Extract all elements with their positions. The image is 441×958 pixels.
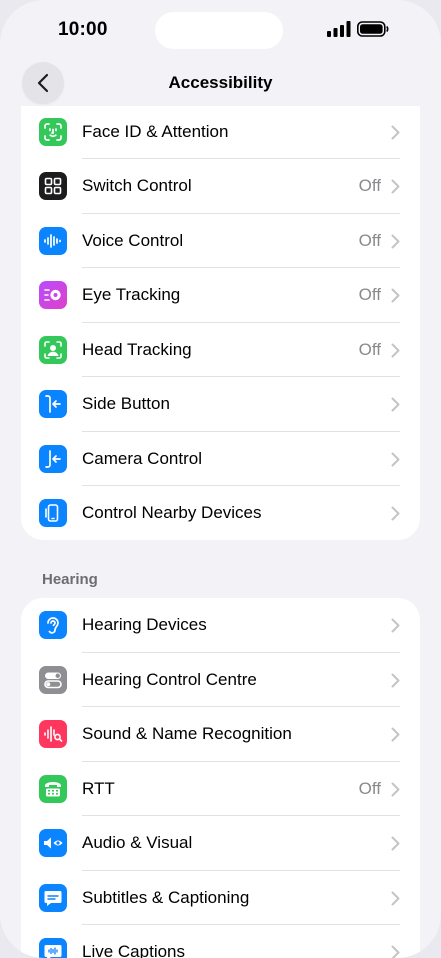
row-label: Subtitles & Captioning bbox=[82, 887, 250, 907]
row-label: Camera Control bbox=[82, 448, 202, 468]
live-captions-icon bbox=[39, 938, 67, 958]
row-label: Voice Control bbox=[82, 230, 184, 250]
row-value: Off bbox=[358, 778, 381, 798]
row-label: Side Button bbox=[82, 394, 170, 413]
row-control-nearby-devices[interactable]: Control Nearby Devices bbox=[21, 486, 420, 540]
chevron-right-icon bbox=[391, 234, 400, 248]
row-label: Head Tracking bbox=[82, 339, 192, 359]
row-audio-visual[interactable]: Audio & Visual bbox=[21, 816, 420, 871]
voice-control-icon bbox=[39, 226, 67, 255]
chevron-right-icon bbox=[391, 125, 400, 139]
chevron-right-icon bbox=[391, 288, 400, 303]
toggles-icon bbox=[39, 665, 67, 694]
dynamic-island bbox=[155, 12, 283, 49]
battery-icon bbox=[357, 21, 389, 37]
chevron-right-icon bbox=[391, 836, 400, 851]
row-face-id-attention[interactable]: Face ID & Attention bbox=[21, 105, 420, 159]
chevron-right-icon bbox=[391, 397, 400, 412]
row-switch-control[interactable]: Switch Control Off bbox=[21, 159, 420, 214]
row-label: Sound & Name Recognition bbox=[82, 724, 292, 743]
phone-screen: 10:00 Accessibility Face ID & Attention … bbox=[0, 0, 441, 958]
row-label: Live Captions bbox=[82, 942, 186, 958]
motor-settings-group: Face ID & Attention Switch Control Off V… bbox=[21, 86, 420, 540]
row-value: Off bbox=[358, 230, 381, 250]
row-voice-control[interactable]: Voice Control Off bbox=[21, 214, 420, 268]
chevron-right-icon bbox=[391, 452, 400, 466]
row-sound-name-recognition[interactable]: Sound & Name Recognition bbox=[21, 707, 420, 762]
hearing-settings-group: Hearing Devices Hearing Control Centre S… bbox=[21, 598, 420, 958]
row-camera-control[interactable]: Camera Control bbox=[21, 432, 420, 486]
camera-control-icon bbox=[39, 444, 67, 473]
chevron-right-icon bbox=[391, 179, 400, 194]
chevron-right-icon bbox=[391, 782, 400, 796]
audio-visual-icon bbox=[39, 829, 67, 857]
chevron-right-icon bbox=[391, 727, 400, 742]
side-button-icon bbox=[39, 390, 67, 418]
row-label: Eye Tracking bbox=[82, 285, 181, 304]
row-value: Off bbox=[358, 285, 381, 304]
row-rtt[interactable]: RTT Off bbox=[21, 762, 420, 816]
cellular-signal-icon bbox=[327, 21, 351, 37]
row-label: Hearing Control Centre bbox=[82, 669, 257, 689]
row-label: Hearing Devices bbox=[82, 615, 207, 634]
rtt-phone-icon bbox=[39, 774, 67, 803]
face-id-icon bbox=[39, 117, 67, 146]
row-live-captions[interactable]: Live Captions bbox=[21, 925, 420, 958]
row-label: RTT bbox=[82, 778, 115, 798]
switch-control-icon bbox=[39, 172, 67, 200]
chevron-right-icon bbox=[391, 343, 400, 357]
row-head-tracking[interactable]: Head Tracking Off bbox=[21, 323, 420, 377]
head-tracking-icon bbox=[39, 335, 67, 364]
row-subtitles-captioning[interactable]: Subtitles & Captioning bbox=[21, 871, 420, 925]
row-value: Off bbox=[358, 339, 381, 359]
row-label: Face ID & Attention bbox=[82, 121, 229, 141]
row-label: Audio & Visual bbox=[82, 833, 193, 852]
sound-recognition-icon bbox=[39, 720, 67, 748]
eye-tracking-icon bbox=[39, 281, 67, 309]
row-label: Switch Control bbox=[82, 176, 192, 195]
chevron-right-icon bbox=[391, 618, 400, 633]
chevron-right-icon bbox=[391, 945, 400, 958]
navigation-bar: Accessibility bbox=[0, 60, 441, 106]
subtitles-icon bbox=[39, 883, 67, 912]
row-hearing-control-centre[interactable]: Hearing Control Centre bbox=[21, 653, 420, 707]
row-eye-tracking[interactable]: Eye Tracking Off bbox=[21, 268, 420, 323]
row-hearing-devices[interactable]: Hearing Devices bbox=[21, 598, 420, 653]
row-label: Control Nearby Devices bbox=[82, 503, 262, 522]
status-time: 10:00 bbox=[58, 19, 108, 40]
row-side-button[interactable]: Side Button bbox=[21, 377, 420, 432]
status-bar: 10:00 bbox=[0, 0, 441, 60]
nearby-devices-icon bbox=[39, 499, 67, 527]
row-value: Off bbox=[358, 176, 381, 195]
section-header-hearing: Hearing bbox=[42, 571, 98, 588]
chevron-right-icon bbox=[391, 673, 400, 687]
chevron-right-icon bbox=[391, 891, 400, 905]
page-title: Accessibility bbox=[168, 73, 273, 92]
chevron-right-icon bbox=[391, 506, 400, 521]
ear-icon bbox=[39, 611, 67, 639]
